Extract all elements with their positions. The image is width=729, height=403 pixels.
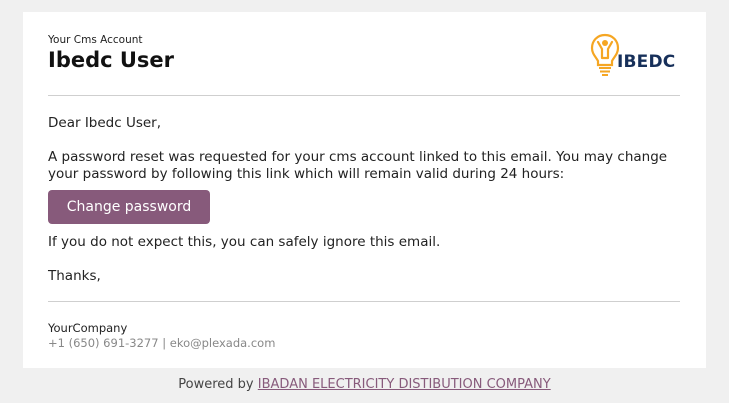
footer-divider (48, 301, 680, 302)
footer-contact: +1 (650) 691-3277 | eko@plexada.com (48, 336, 275, 350)
change-password-button[interactable]: Change password (48, 190, 210, 224)
footer-phone: +1 (650) 691-3277 (48, 336, 159, 350)
sign-off: Thanks, (48, 268, 101, 284)
footer-company: YourCompany (48, 321, 128, 335)
ignore-note: If you do not expect this, you can safel… (48, 234, 441, 250)
account-label: Your Cms Account (48, 34, 143, 46)
header-divider (48, 95, 680, 96)
footer-email-link[interactable]: eko@plexada.com (170, 336, 276, 350)
email-header: Your Cms Account Ibedc User IBEDC (48, 32, 680, 96)
footer-separator: | (162, 336, 167, 350)
powered-by: Powered by IBADAN ELECTRICITY DISTIBUTIO… (0, 377, 729, 392)
greeting: Dear Ibedc User, (48, 115, 162, 131)
email-card: Your Cms Account Ibedc User IBEDC Dear I… (23, 12, 706, 368)
logo-text: IBEDC (617, 52, 676, 72)
account-name: Ibedc User (48, 48, 175, 72)
lightbulb-person-icon (590, 33, 620, 76)
powered-by-prefix: Powered by (178, 377, 254, 392)
company-logo: IBEDC (590, 32, 680, 78)
powered-by-link[interactable]: IBADAN ELECTRICITY DISTIBUTION COMPANY (258, 377, 551, 392)
reset-message: A password reset was requested for your … (48, 149, 668, 182)
